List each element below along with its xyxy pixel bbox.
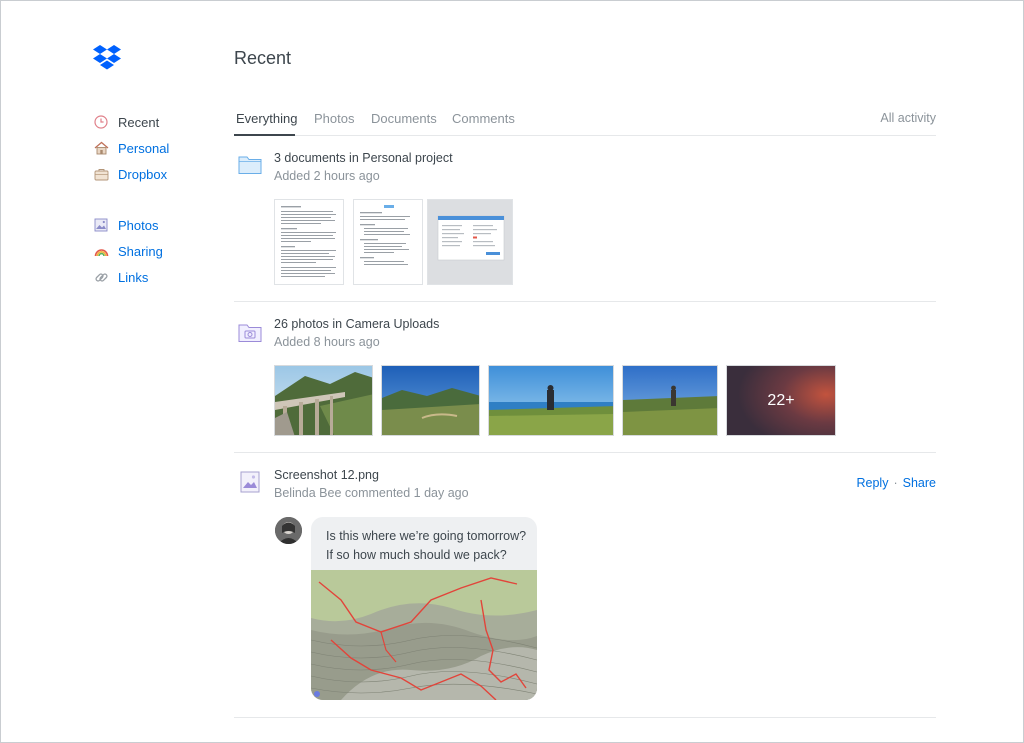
page-title: Recent [234,48,292,68]
comment-text: Is this where we’re going tomorrow? If s… [326,527,536,565]
sidebar-item-label: Sharing [118,243,163,259]
sidebar-item-dropbox[interactable]: Dropbox [93,161,223,187]
sidebar-item-label: Personal [118,140,170,156]
tab-photos[interactable]: Photos [314,111,354,126]
sidebar-item-label: Links [118,269,149,285]
dropbox-logo-icon[interactable] [91,43,123,75]
comment-line: Is this where we’re going tomorrow? [326,529,527,543]
all-activity-link[interactable]: All activity [880,111,936,125]
comment-bubble: Is this where we’re going tomorrow? If s… [311,517,537,700]
avatar[interactable] [275,517,302,544]
tab-comments[interactable]: Comments [452,111,515,126]
sidebar-item-label: Photos [118,217,159,233]
sidebar-item-recent[interactable]: Recent [93,109,223,135]
photo-thumbnail[interactable] [488,365,614,436]
feed-item-subtitle: Added 2 hours ago [274,169,380,183]
tab-documents[interactable]: Documents [371,111,437,126]
photo-thumbnail[interactable] [274,365,373,436]
tab-everything[interactable]: Everything [236,111,297,126]
feed-item-title[interactable]: Screenshot 12.png [274,468,379,482]
reply-link[interactable]: Reply [857,476,889,490]
photo-thumbnail[interactable] [381,365,480,436]
comment-actions: Reply · Share [857,476,937,490]
photo-thumbnail[interactable] [622,365,718,436]
document-thumbnail[interactable] [427,199,513,285]
feed-item-title[interactable]: 3 documents in Personal project [274,151,453,165]
house-icon [93,140,109,156]
sidebar-nav-primary: Recent Personal Dropbox [93,109,223,187]
action-separator: · [893,476,898,490]
rainbow-icon [93,243,109,259]
feed-item-title[interactable]: 26 photos in Camera Uploads [274,317,439,331]
sidebar-item-label: Recent [118,114,160,130]
sidebar-item-personal[interactable]: Personal [93,135,223,161]
camera-folder-icon [238,321,262,343]
photo-icon [93,217,109,233]
more-photos-tile[interactable]: 22+ [726,365,836,436]
folder-icon [238,153,262,175]
feed-item-subtitle: Belinda Bee commented 1 day ago [274,486,469,500]
sidebar-item-label: Dropbox [118,166,168,182]
comment-line: If so how much should we pack? [326,548,507,562]
briefcase-icon [93,166,109,182]
more-photos-count: 22+ [767,391,795,409]
share-link[interactable]: Share [903,476,936,490]
sidebar-item-links[interactable]: Links [93,264,223,290]
clock-icon [93,114,109,130]
image-file-icon [240,471,264,493]
app-window: Recent Personal Dropbox Photos Sharing L… [0,0,1024,743]
document-thumbnail[interactable] [353,199,423,285]
comment-map-image[interactable] [311,570,537,700]
sidebar-item-photos[interactable]: Photos [93,212,223,238]
document-thumbnail[interactable] [274,199,344,285]
feed-item-subtitle: Added 8 hours ago [274,335,380,349]
link-icon [93,269,109,285]
sidebar-item-sharing[interactable]: Sharing [93,238,223,264]
sidebar-nav-secondary: Photos Sharing Links [93,212,223,290]
filter-tabs: Everything Photos Documents Comments All… [234,107,936,136]
